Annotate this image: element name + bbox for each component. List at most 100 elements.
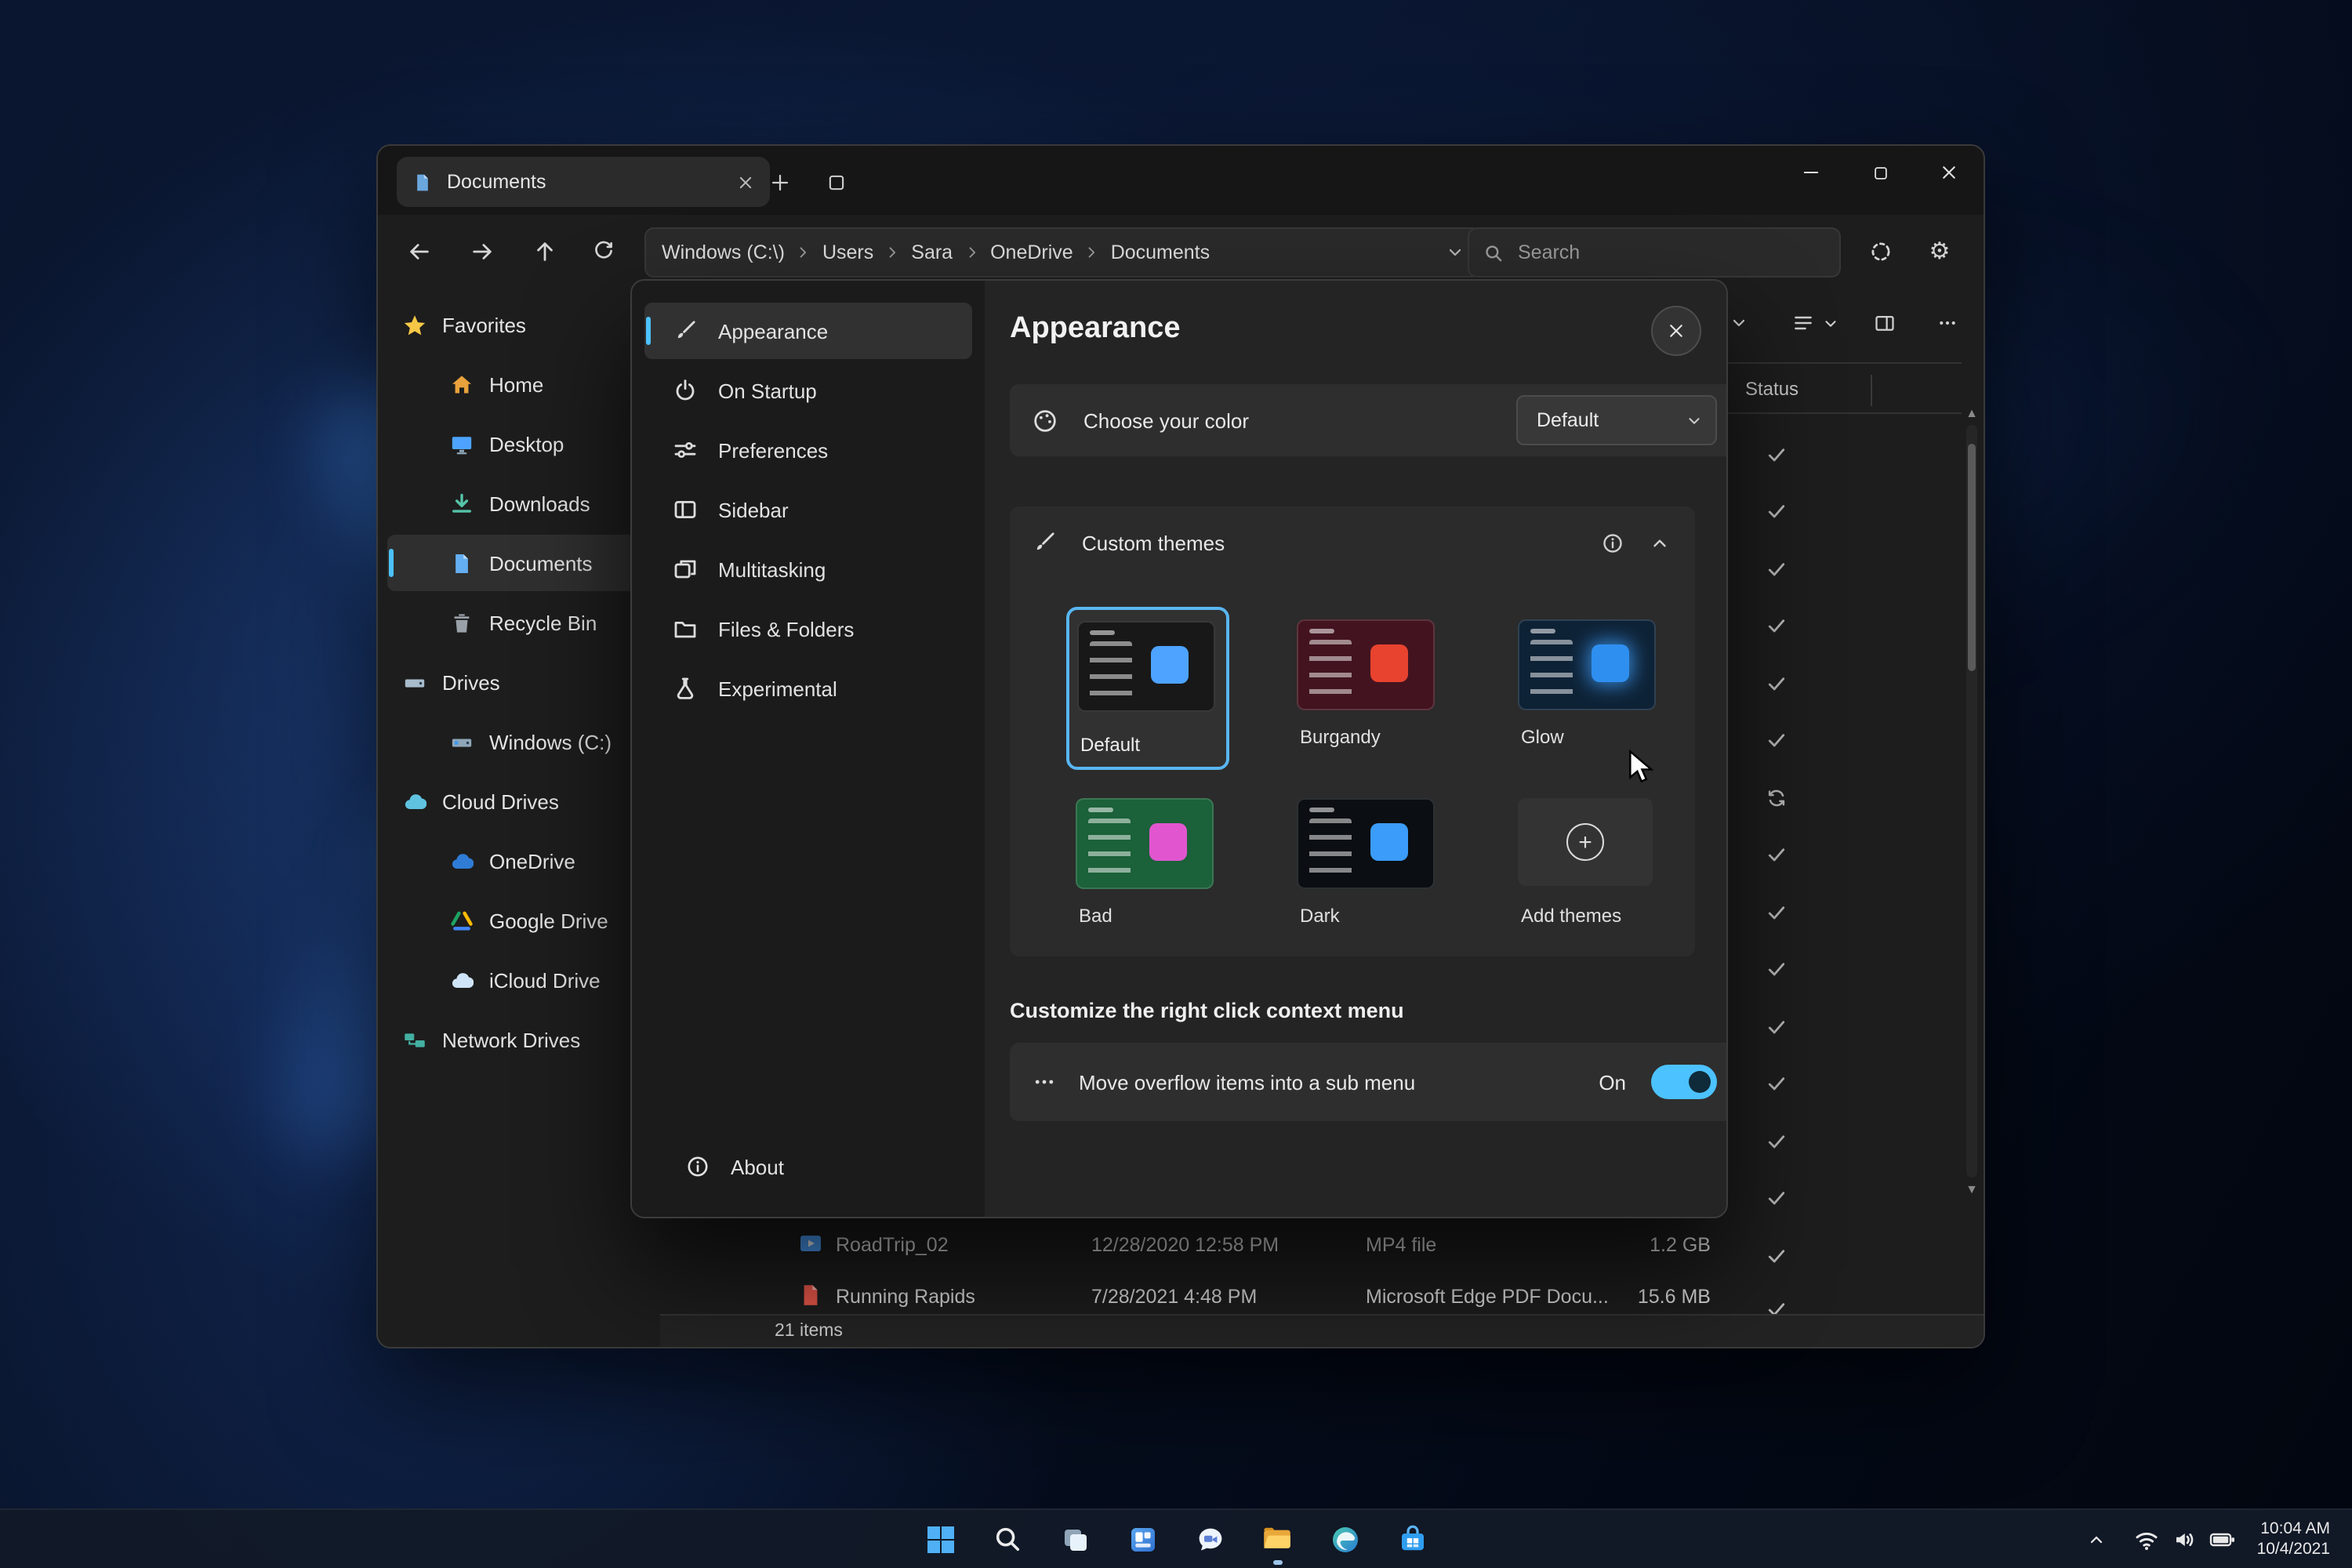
store-button[interactable]	[1385, 1512, 1439, 1566]
sidebar-item-network-drives[interactable]: Network Drives	[387, 1011, 651, 1068]
page-title: Appearance	[1010, 312, 1181, 347]
sync-status-button[interactable]	[1858, 229, 1902, 273]
taskbar-clock[interactable]: 10:04 AM 10/4/2021	[2257, 1519, 2330, 1559]
layout-dropdown-button[interactable]	[1792, 299, 1839, 347]
back-button[interactable]	[397, 229, 441, 273]
list-view-icon	[1792, 312, 1814, 334]
desktop: Documents Win	[0, 0, 2352, 1568]
edge-button[interactable]	[1318, 1512, 1371, 1566]
file-explorer-button[interactable]	[1250, 1512, 1304, 1566]
forward-button[interactable]	[459, 229, 503, 273]
breadcrumb-separator-icon	[796, 245, 811, 260]
settings-nav-sidebar[interactable]: Sidebar	[644, 481, 972, 538]
breadcrumb-item-onedrive[interactable]: OneDrive	[990, 241, 1073, 263]
choose-color-label: Choose your color	[1083, 408, 1249, 432]
new-tab-button[interactable]	[757, 160, 801, 204]
chat-button[interactable]	[1183, 1512, 1236, 1566]
edge-icon	[1329, 1523, 1360, 1555]
sidebar-item-drives[interactable]: Drives	[387, 654, 651, 710]
custom-themes-label: Custom themes	[1082, 531, 1225, 554]
status-synced-icon	[1766, 902, 1788, 927]
file-name: RoadTrip_02	[836, 1234, 949, 1256]
dialog-close-button[interactable]	[1651, 306, 1701, 356]
search-icon	[993, 1524, 1022, 1554]
up-button[interactable]	[522, 229, 566, 273]
battery-icon[interactable]	[2204, 1520, 2241, 1558]
settings-nav-on-startup[interactable]: On Startup	[644, 362, 972, 419]
wifi-icon[interactable]	[2129, 1520, 2166, 1558]
tab-bar: Documents	[378, 146, 1984, 215]
sidebar-item-favorites[interactable]: Favorites	[387, 296, 651, 353]
start-button[interactable]	[913, 1512, 967, 1566]
sidebar-item-cloud-drives[interactable]: Cloud Drives	[387, 773, 651, 829]
custom-themes-header: Custom themes	[1010, 506, 1695, 579]
breadcrumb-separator-icon	[1084, 245, 1100, 260]
preview-pane-button[interactable]	[1874, 299, 1896, 347]
custom-themes-info-button[interactable]	[1601, 531, 1624, 554]
more-options-button[interactable]	[1936, 299, 1958, 347]
sort-dropdown-button[interactable]	[1730, 299, 1748, 347]
status-synced-icon	[1766, 729, 1788, 754]
task-view-button[interactable]	[1048, 1512, 1102, 1566]
breadcrumb[interactable]: Windows (C:\) Users Sara OneDrive Docume…	[644, 227, 1482, 278]
taskbar-search-button[interactable]	[981, 1512, 1034, 1566]
sidebar: Favorites Home Desktop Downloads Documen…	[378, 287, 660, 1347]
scroll-up-icon[interactable]: ▲	[1965, 406, 1979, 420]
sidebar-item-google-drive[interactable]: Google Drive	[387, 892, 651, 949]
sidebar-item-onedrive[interactable]: OneDrive	[387, 833, 651, 889]
hidden-icons-button[interactable]	[2078, 1520, 2116, 1558]
overflow-toggle[interactable]	[1651, 1065, 1717, 1099]
power-icon	[673, 378, 698, 403]
close-icon	[1667, 321, 1686, 340]
mouse-cursor	[1628, 750, 1656, 784]
minimize-button[interactable]	[1777, 146, 1846, 199]
scrollbar-thumb[interactable]	[1968, 444, 1976, 671]
theme-card-default[interactable]: Default	[1066, 607, 1229, 770]
tab-actions-button[interactable]	[814, 160, 858, 204]
tab-documents[interactable]: Documents	[397, 157, 770, 207]
sidebar-item-documents[interactable]: Documents	[387, 535, 651, 591]
settings-gear-button[interactable]: ⚙	[1918, 229, 1962, 273]
settings-nav-files-folders[interactable]: Files & Folders	[644, 601, 972, 657]
settings-nav-appearance[interactable]: Appearance	[644, 303, 972, 359]
color-dropdown[interactable]: Default	[1516, 395, 1717, 445]
scrollbar[interactable]: ▲ ▼	[1965, 406, 1979, 1196]
breadcrumb-item-sara[interactable]: Sara	[911, 241, 953, 263]
sidebar-item-home[interactable]: Home	[387, 356, 651, 412]
settings-nav-about[interactable]: About	[657, 1138, 960, 1195]
settings-nav-preferences[interactable]: Preferences	[644, 422, 972, 478]
sidebar-item-downloads[interactable]: Downloads	[387, 475, 651, 532]
sidebar-item-desktop[interactable]: Desktop	[387, 416, 651, 472]
status-synced-icon	[1766, 1016, 1788, 1041]
breadcrumb-item-drive[interactable]: Windows (C:\)	[662, 241, 785, 263]
maximize-button[interactable]	[1846, 146, 1915, 199]
file-row-roadtrip[interactable]: RoadTrip_02 12/28/2020 12:58 PM MP4 file…	[660, 1221, 1962, 1273]
status-synced-icon	[1766, 673, 1788, 698]
multitask-windows-icon	[673, 557, 698, 582]
close-button[interactable]	[1915, 146, 1984, 199]
sidebar-item-windows-c[interactable]: Windows (C:)	[387, 713, 651, 770]
search-box[interactable]	[1468, 227, 1841, 278]
gear-icon: ⚙	[1929, 239, 1951, 263]
sidebar-item-recycle-bin[interactable]: Recycle Bin	[387, 594, 651, 651]
refresh-button[interactable]	[582, 229, 626, 273]
custom-themes-collapse-button[interactable]	[1650, 532, 1670, 553]
theme-thumbnail	[1297, 619, 1435, 710]
search-input[interactable]	[1515, 240, 1772, 265]
widgets-button[interactable]	[1116, 1512, 1169, 1566]
column-header-status[interactable]: Status	[1745, 378, 1798, 400]
scroll-down-icon[interactable]: ▼	[1965, 1182, 1979, 1196]
tab-close-button[interactable]	[737, 173, 754, 191]
settings-nav-multitasking[interactable]: Multitasking	[644, 541, 972, 597]
breadcrumb-item-documents[interactable]: Documents	[1111, 241, 1210, 263]
volume-icon[interactable]	[2166, 1520, 2204, 1558]
file-row-running-rapids[interactable]: Running Rapids 7/28/2021 4:48 PM Microso…	[660, 1273, 1962, 1316]
status-bar: 21 items	[660, 1314, 1984, 1347]
theme-label: Default	[1080, 734, 1140, 756]
breadcrumb-item-users[interactable]: Users	[822, 241, 873, 263]
settings-nav-experimental[interactable]: Experimental	[644, 660, 972, 717]
address-dropdown-icon[interactable]	[1446, 243, 1465, 262]
sidebar-item-icloud-drive[interactable]: iCloud Drive	[387, 952, 651, 1008]
windows-logo-icon	[924, 1523, 956, 1555]
ellipsis-icon	[1032, 1069, 1057, 1094]
